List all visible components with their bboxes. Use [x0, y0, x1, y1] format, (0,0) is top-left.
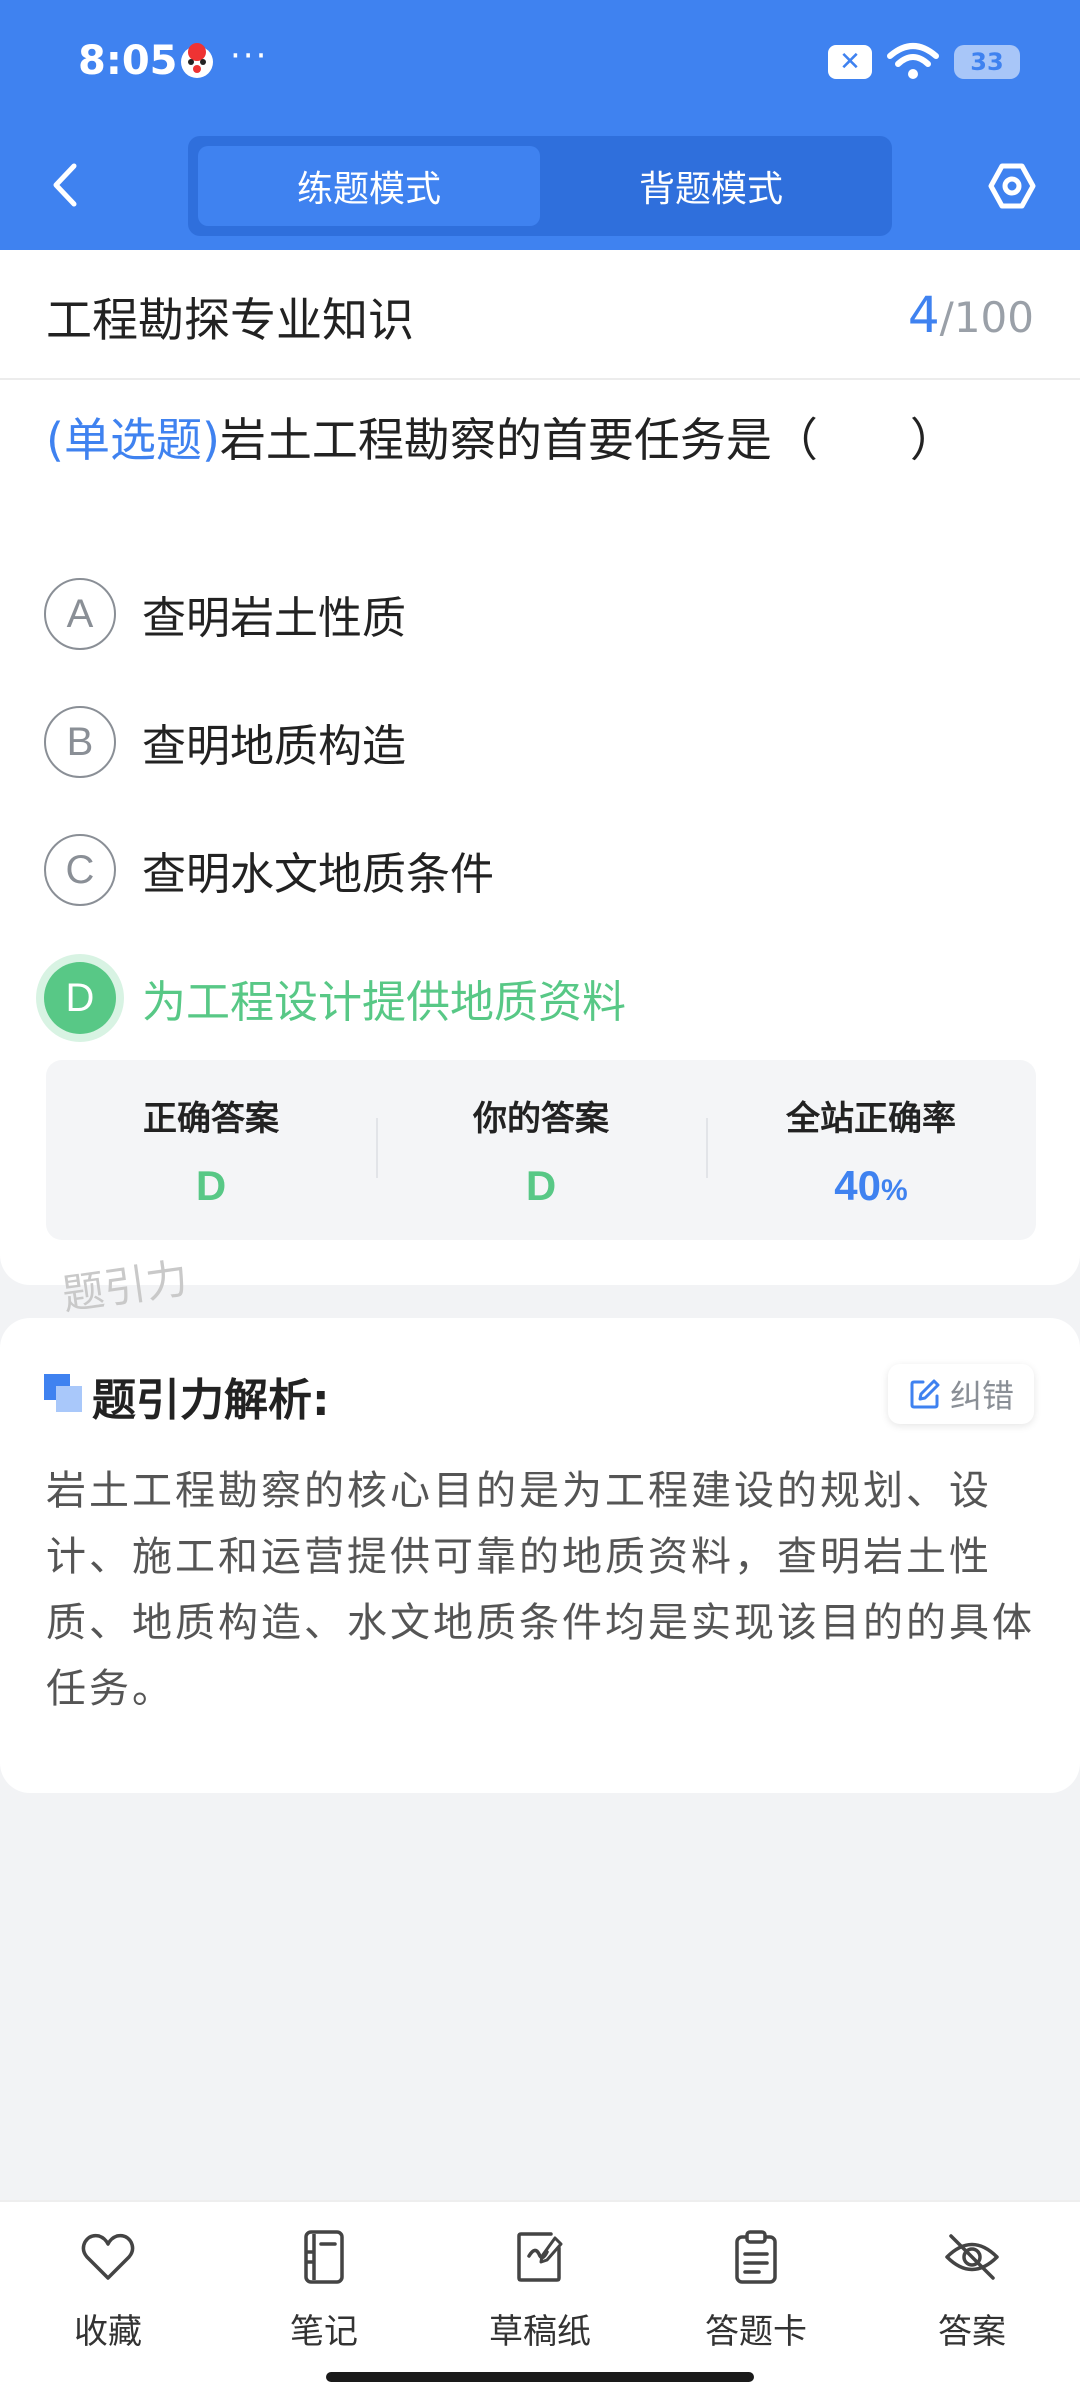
accuracy-rate-value: 40%: [834, 1162, 907, 1210]
accuracy-rate-label: 全站正确率: [786, 1098, 956, 1139]
correct-answer-stat: 正确答案 D: [46, 1060, 376, 1240]
accuracy-rate-unit: %: [881, 1173, 908, 1207]
your-answer-stat: 你的答案 D: [376, 1060, 706, 1240]
option-letter: B: [44, 706, 116, 778]
status-bar: 8:05 ··· ✕ 33: [0, 0, 1080, 128]
your-answer-value: D: [525, 1161, 557, 1209]
your-answer-label: 你的答案: [473, 1098, 609, 1139]
favorite-label: 收藏: [74, 2312, 142, 2352]
option-b[interactable]: B 查明地质构造: [44, 704, 1034, 780]
favorite-button[interactable]: 收藏: [18, 2228, 198, 2358]
accuracy-rate-stat: 全站正确率 40%: [706, 1060, 1036, 1240]
analysis-text: 岩土工程勘察的核心目的是为工程建设的规划、设计、施工和运营提供可靠的地质资料，查…: [46, 1468, 1035, 1712]
app-header: 8:05 ··· ✕ 33 练题模式 背题模式: [0, 0, 1080, 250]
option-letter: A: [44, 578, 116, 650]
status-icons: ✕ 33: [828, 40, 1020, 84]
show-answer-label: 答案: [938, 2312, 1006, 2352]
subject-row: 工程勘探专业知识 4/100: [0, 250, 1080, 380]
back-button[interactable]: [40, 155, 90, 215]
total-questions: /100: [939, 293, 1034, 342]
option-text: 为工程设计提供地质资料: [142, 977, 626, 1028]
analysis-squares-icon: [44, 1374, 84, 1414]
edit-icon: [910, 1379, 940, 1409]
draft-icon: [517, 2232, 563, 2282]
eye-off-icon: [945, 2234, 999, 2280]
status-time: 8:05: [78, 38, 178, 84]
sim-status-icon: ✕: [828, 45, 872, 79]
question-stem: (单选题)岩土工程勘察的首要任务是（ ）: [46, 408, 1036, 472]
notification-app-icon: [176, 40, 218, 82]
settings-button[interactable]: [982, 156, 1042, 216]
answer-sheet-label: 答题卡: [705, 2312, 807, 2352]
question-progress: 4/100: [908, 286, 1034, 344]
notes-label: 笔记: [290, 2312, 358, 2352]
option-text: 查明岩土性质: [142, 593, 406, 644]
correct-answer-label: 正确答案: [143, 1098, 279, 1139]
draft-paper-label: 草稿纸: [489, 2312, 591, 2352]
notes-button[interactable]: 笔记: [234, 2228, 414, 2358]
wifi-icon: [887, 43, 939, 79]
option-d[interactable]: D 为工程设计提供地质资料: [44, 960, 1034, 1036]
heart-icon: [81, 2233, 135, 2280]
current-question-number: 4: [907, 286, 940, 344]
analysis-title: 题引力解析:: [92, 1375, 330, 1426]
battery-icon: 33: [954, 45, 1020, 79]
option-letter: C: [44, 834, 116, 906]
accuracy-rate-number: 40: [834, 1161, 882, 1209]
mode-switch: 练题模式 背题模式: [188, 136, 892, 236]
settings-icon: [988, 163, 1036, 209]
question-type: (单选题): [46, 413, 220, 467]
home-indicator[interactable]: [326, 2372, 754, 2382]
bottom-toolbar: 收藏 笔记 草稿纸 答题卡 答案: [0, 2200, 1080, 2400]
report-error-label: 纠错: [949, 1377, 1014, 1415]
question-text: 岩土工程勘察的首要任务是（ ）: [219, 413, 956, 467]
draft-paper-button[interactable]: 草稿纸: [450, 2228, 630, 2358]
correct-answer-value: D: [195, 1161, 227, 1209]
option-c[interactable]: C 查明水文地质条件: [44, 832, 1034, 908]
chevron-left-icon: [53, 163, 77, 207]
show-answer-button[interactable]: 答案: [882, 2228, 1062, 2358]
question-card: 工程勘探专业知识 4/100 (单选题)岩土工程勘察的首要任务是（ ） A 查明…: [0, 250, 1080, 1285]
more-notifications-icon: ···: [230, 36, 269, 76]
analysis-card: 题引力解析: 纠错 岩土工程勘察的核心目的是为工程建设的规划、设计、施工和运营提…: [0, 1318, 1080, 1793]
option-text: 查明水文地质条件: [142, 849, 494, 900]
option-letter: D: [44, 962, 116, 1034]
notebook-icon: [304, 2230, 344, 2284]
option-text: 查明地质构造: [142, 721, 406, 772]
report-error-button[interactable]: 纠错: [887, 1364, 1034, 1424]
tab-memorize-mode[interactable]: 背题模式: [540, 146, 882, 226]
clipboard-icon: [735, 2230, 777, 2284]
subject-title: 工程勘探专业知识: [46, 293, 414, 347]
answer-stats: 正确答案 D 你的答案 D 全站正确率 40%: [46, 1060, 1036, 1240]
answer-sheet-button[interactable]: 答题卡: [666, 2228, 846, 2358]
tab-practice-mode[interactable]: 练题模式: [198, 146, 540, 226]
option-a[interactable]: A 查明岩土性质: [44, 576, 1034, 652]
